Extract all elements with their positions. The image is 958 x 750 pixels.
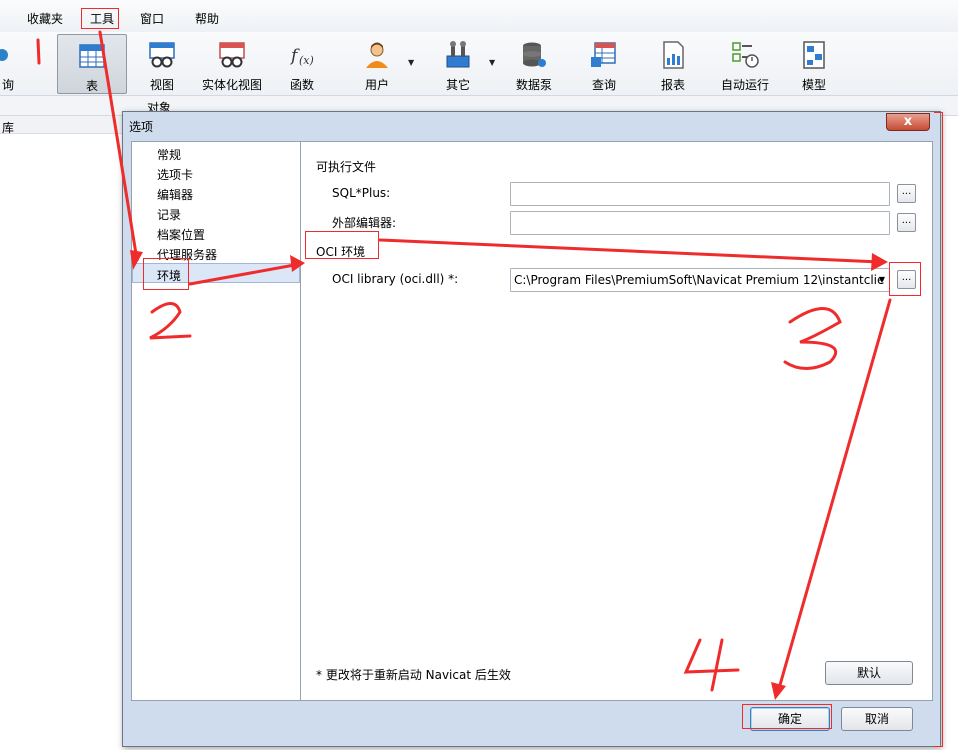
menu-window[interactable]: 窗口 (140, 10, 164, 27)
svg-text:(x): (x) (299, 54, 314, 67)
toolbar: 询 表 视图 实体化视图 f (x) 函数 用户 ▼ 其它 ▼ 数据泵 查询 报… (0, 32, 958, 96)
oci-library-combo[interactable]: C:\Program Files\PremiumSoft\Navicat Pre… (510, 268, 890, 292)
dialog-title: 选项 (129, 120, 154, 134)
options-nav: 常规 选项卡 编辑器 记录 档案位置 代理服务器 环境 (131, 141, 301, 701)
nav-item-general[interactable]: 常规 (132, 143, 300, 163)
external-editor-label: 外部编辑器: (332, 216, 397, 230)
oci-library-dropdown-icon[interactable]: ▼ (876, 269, 888, 291)
toolbar-function-button[interactable]: f (x) 函数 (277, 34, 327, 94)
options-dialog: 选项 x 常规 选项卡 编辑器 记录 档案位置 代理服务器 环境 可执行文件 S… (122, 111, 941, 747)
function-icon: f (x) (289, 46, 314, 67)
toolbar-query-button[interactable]: 查询 (584, 34, 624, 94)
view-icon (149, 42, 175, 68)
connection-panel-header: 库 (0, 116, 125, 135)
external-editor-browse-button[interactable]: ... (897, 213, 916, 232)
user-icon (366, 42, 388, 68)
nav-item-file-location[interactable]: 档案位置 (132, 223, 300, 243)
annotation-box-tools-menu (81, 8, 119, 29)
others-dropdown-arrow-icon[interactable]: ▼ (489, 58, 495, 67)
annotation-box-oci-section (305, 231, 379, 259)
default-button[interactable]: 默认 (825, 661, 913, 685)
query-table-icon (591, 42, 616, 67)
data-pump-icon (523, 42, 546, 67)
sqlplus-browse-button[interactable]: ... (897, 184, 916, 203)
toolbar-report-button[interactable]: 报表 (653, 34, 693, 94)
table-icon (79, 44, 105, 68)
toolbar-automation-button[interactable]: 自动运行 (714, 34, 776, 94)
oci-library-label: OCI library (oci.dll) *: (332, 272, 459, 286)
restart-note: * 更改将于重新启动 Navicat 后生效 (316, 668, 511, 682)
toolbar-user-button[interactable]: 用户 (355, 34, 399, 94)
sqlplus-path-input[interactable] (510, 182, 890, 206)
user-dropdown-arrow-icon[interactable]: ▼ (408, 58, 414, 67)
external-editor-path-input[interactable] (510, 211, 890, 235)
connection-panel: 库 (0, 116, 125, 750)
automation-icon (732, 42, 759, 68)
toolbar-query-partial[interactable]: 询 (0, 34, 20, 94)
cancel-button[interactable]: 取消 (841, 707, 913, 731)
query-icon (0, 49, 8, 61)
nav-item-tabs[interactable]: 选项卡 (132, 163, 300, 183)
report-icon (663, 41, 684, 69)
options-content: 可执行文件 SQL*Plus: ... 外部编辑器: ... OCI 环境 OC… (301, 141, 933, 701)
nav-item-records[interactable]: 记录 (132, 203, 300, 223)
materialized-view-icon (219, 42, 245, 68)
annotation-box-browse (889, 262, 921, 296)
toolbar-others-button[interactable]: 其它 (436, 34, 480, 94)
annotation-box-ok (742, 704, 832, 729)
toolbar-data-pump-button[interactable]: 数据泵 (510, 34, 558, 94)
menu-help[interactable]: 帮助 (195, 10, 219, 27)
close-icon: x (903, 114, 913, 129)
menu-favorites[interactable]: 收藏夹 (27, 10, 63, 27)
toolbar-table-button[interactable]: 表 (57, 34, 127, 94)
annotation-box-dialog-edge (934, 112, 943, 747)
toolbar-model-button[interactable]: 模型 (794, 34, 834, 94)
annotation-box-environment (143, 258, 189, 290)
section-executables: 可执行文件 (316, 160, 377, 174)
oci-library-path: C:\Program Files\PremiumSoft\Navicat Pre… (514, 273, 885, 287)
tools-icon (446, 41, 470, 68)
model-icon (803, 41, 825, 69)
nav-item-editor[interactable]: 编辑器 (132, 183, 300, 203)
menu-bar: 收藏夹 工具 窗口 帮助 (0, 0, 958, 32)
sqlplus-label: SQL*Plus: (332, 186, 391, 200)
toolbar-materialized-view-button[interactable]: 实体化视图 (198, 34, 266, 94)
close-button[interactable]: x (886, 113, 930, 131)
toolbar-view-button[interactable]: 视图 (134, 34, 190, 94)
